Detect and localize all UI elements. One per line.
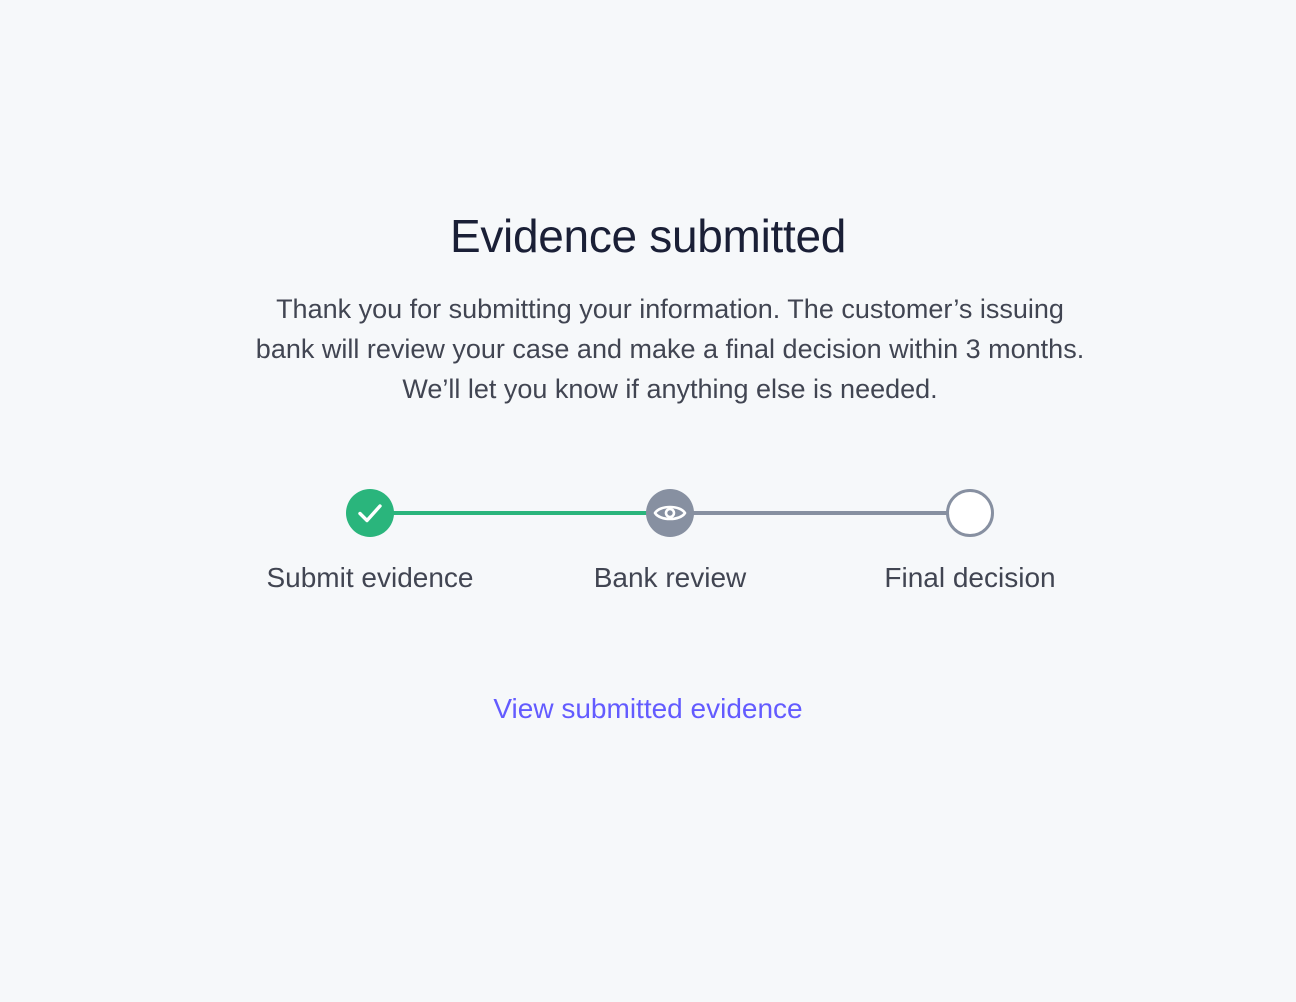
connector-complete xyxy=(392,511,648,515)
connector-pending xyxy=(692,511,948,515)
description-text: Thank you for submitting your informatio… xyxy=(255,294,1085,404)
step-bank-review-indicator xyxy=(646,489,694,537)
step-label-final-decision: Final decision xyxy=(884,562,1056,593)
step-label-bank-review: Bank review xyxy=(593,562,747,593)
eye-icon xyxy=(653,505,687,521)
view-submitted-evidence-link[interactable]: View submitted evidence xyxy=(0,689,1296,729)
step-label-submit-evidence: Submit evidence xyxy=(266,562,474,593)
page-title: Evidence submitted xyxy=(449,210,847,262)
progress-stepper: Submit evidence Bank review Final decisi… xyxy=(0,0,1296,1002)
step-final-decision-indicator xyxy=(946,489,994,537)
step-submit-evidence-indicator xyxy=(346,489,394,537)
check-icon xyxy=(358,504,382,523)
